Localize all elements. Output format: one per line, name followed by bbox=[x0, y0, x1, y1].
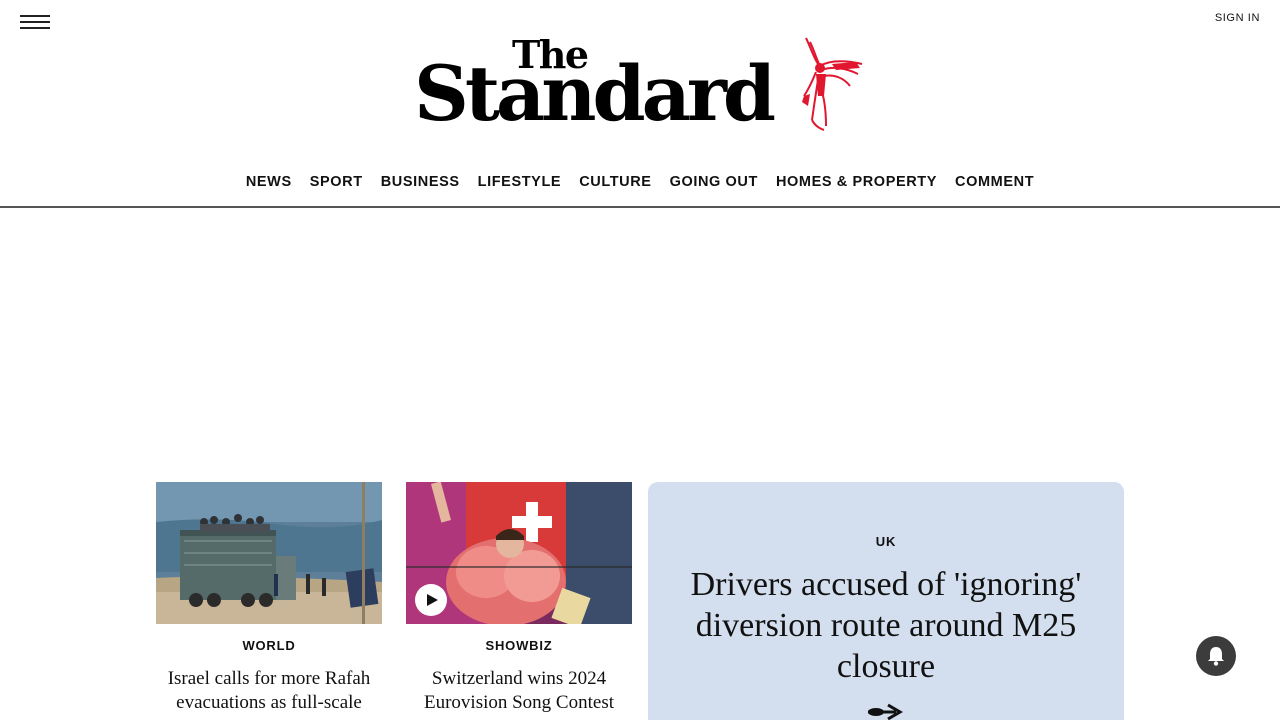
nav-item-news[interactable]: NEWS bbox=[246, 174, 292, 194]
eros-statue-icon bbox=[802, 37, 863, 131]
nav-item-business[interactable]: BUSINESS bbox=[381, 174, 460, 194]
nav-item-sport[interactable]: SPORT bbox=[310, 174, 363, 194]
truck-on-beach-photo[interactable] bbox=[156, 482, 382, 624]
arrow-right-icon[interactable] bbox=[866, 702, 906, 720]
story-category[interactable]: WORLD bbox=[156, 638, 382, 653]
featured-story-card[interactable]: UK Drivers accused of 'ignoring' diversi… bbox=[648, 482, 1124, 720]
feature-category[interactable]: UK bbox=[648, 534, 1124, 549]
logo-standard: Standard bbox=[414, 49, 776, 138]
eurovision-winner-photo[interactable] bbox=[406, 482, 632, 624]
photo-illustration bbox=[156, 482, 382, 624]
hamburger-menu-icon[interactable] bbox=[20, 14, 50, 32]
nav-item-culture[interactable]: CULTURE bbox=[579, 174, 651, 194]
story-headline[interactable]: Switzerland wins 2024 Eurovision Song Co… bbox=[406, 667, 632, 715]
sign-in-link[interactable]: SIGN IN bbox=[1215, 12, 1260, 24]
story-category[interactable]: SHOWBIZ bbox=[406, 638, 632, 653]
story-card-world[interactable]: WORLD Israel calls for more Rafah evacua… bbox=[156, 482, 382, 715]
nav-divider bbox=[0, 206, 1280, 208]
site-logo[interactable]: The Standard bbox=[414, 36, 866, 136]
story-card-showbiz[interactable]: SHOWBIZ Switzerland wins 2024 Eurovision… bbox=[406, 482, 632, 715]
feature-headline[interactable]: Drivers accused of 'ignoring' diversion … bbox=[668, 564, 1104, 687]
nav-item-lifestyle[interactable]: LIFESTYLE bbox=[478, 174, 562, 194]
story-headline[interactable]: Israel calls for more Rafah evacuations … bbox=[156, 667, 382, 715]
nav-item-comment[interactable]: COMMENT bbox=[955, 174, 1034, 194]
play-video-button[interactable] bbox=[415, 584, 447, 616]
nav-item-homes-property[interactable]: HOMES & PROPERTY bbox=[776, 174, 937, 194]
menu-line bbox=[20, 27, 50, 29]
main-navigation: NEWS SPORT BUSINESS LIFESTYLE CULTURE GO… bbox=[0, 174, 1280, 194]
bell-icon bbox=[1208, 647, 1224, 666]
menu-line bbox=[20, 21, 50, 23]
menu-line bbox=[20, 15, 50, 17]
notification-bell-button[interactable] bbox=[1196, 636, 1236, 676]
nav-item-going-out[interactable]: GOING OUT bbox=[670, 174, 758, 194]
